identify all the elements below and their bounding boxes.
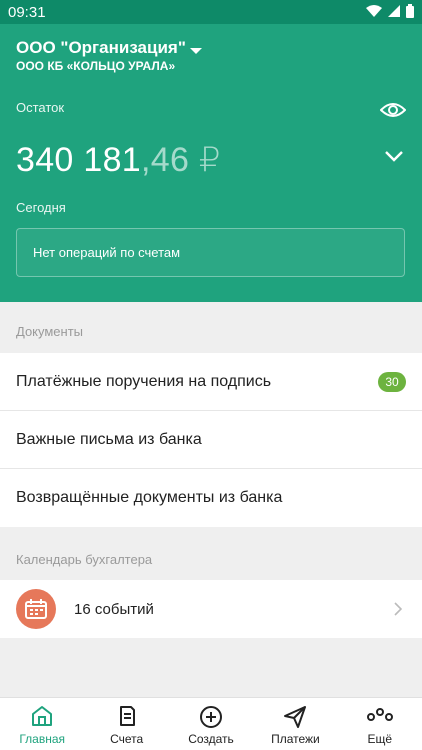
balance-amount: 340 181,46 ₽ xyxy=(16,140,221,180)
status-icons xyxy=(366,4,414,18)
tab-home[interactable]: Главная xyxy=(0,698,84,750)
list-item-label: Возвращённые документы из банка xyxy=(16,489,283,506)
tab-label: Ещё xyxy=(367,732,393,746)
balance-integer: 340 181 xyxy=(16,141,142,179)
tab-create[interactable]: Создать xyxy=(169,698,253,750)
paper-plane-icon xyxy=(284,706,307,728)
tab-payments[interactable]: Платежи xyxy=(253,698,337,750)
tab-more[interactable]: Ещё xyxy=(338,698,422,750)
eye-icon[interactable] xyxy=(380,100,406,120)
balance-fraction: ,46 ₽ xyxy=(141,141,221,179)
list-item-label: Платёжные поручения на подпись xyxy=(16,373,272,390)
count-badge: 30 xyxy=(378,372,406,392)
events-count-label: 16 событий xyxy=(74,601,154,618)
account-header: ООО "Организация" ООО КБ «КОЛЬЦО УРАЛА» … xyxy=(0,24,422,302)
tab-label: Счета xyxy=(110,732,144,746)
chevron-down-icon[interactable] xyxy=(384,150,404,162)
calendar-section-title: Календарь бухгалтера xyxy=(16,552,153,567)
calendar-events-row[interactable]: 16 событий xyxy=(0,580,422,638)
list-item-payment-orders[interactable]: Платёжные поручения на подпись 30 xyxy=(0,353,422,411)
chevron-right-icon xyxy=(394,602,402,616)
status-time: 09:31 xyxy=(8,4,46,21)
list-item-important-letters[interactable]: Важные письма из банка xyxy=(0,411,422,469)
tab-label: Платежи xyxy=(271,732,320,746)
document-icon xyxy=(119,706,135,726)
documents-list: Платёжные поручения на подпись 30 Важные… xyxy=(0,353,422,527)
balance-label: Остаток xyxy=(16,100,65,115)
wifi-icon xyxy=(366,5,382,17)
battery-icon xyxy=(406,4,414,18)
list-item-returned-documents[interactable]: Возвращённые документы из банка xyxy=(0,469,422,527)
status-bar: 09:31 xyxy=(0,0,422,24)
org-dropdown-icon[interactable] xyxy=(190,48,202,54)
documents-section-title: Документы xyxy=(16,324,84,339)
operations-box: Нет операций по счетам xyxy=(16,228,405,277)
tab-label: Главная xyxy=(19,732,66,746)
more-icon xyxy=(366,708,393,721)
bottom-tab-bar: Главная Счета Создать Платежи Ещё xyxy=(0,697,422,750)
plus-circle-icon xyxy=(200,706,223,728)
tab-accounts[interactable]: Счета xyxy=(84,698,168,750)
tab-label: Создать xyxy=(188,732,234,746)
today-label: Сегодня xyxy=(16,200,66,215)
list-item-label: Важные письма из банка xyxy=(16,431,202,448)
organization-name[interactable]: ООО "Организация" xyxy=(16,38,186,58)
bank-name[interactable]: ООО КБ «КОЛЬЦО УРАЛА» xyxy=(16,59,175,73)
home-icon xyxy=(32,706,53,726)
signal-icon xyxy=(388,5,400,17)
no-operations-text: Нет операций по счетам xyxy=(33,245,181,260)
calendar-icon xyxy=(16,589,56,629)
